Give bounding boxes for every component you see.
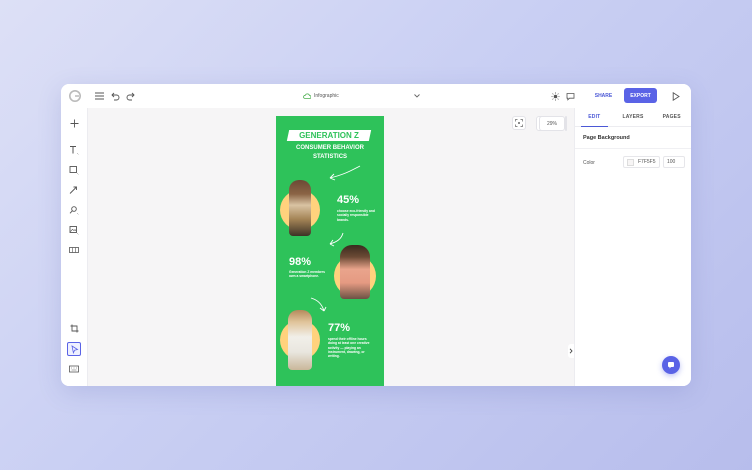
tab-pages[interactable]: PAGES bbox=[652, 108, 691, 126]
left-toolbar bbox=[61, 108, 88, 386]
sun-icon[interactable] bbox=[549, 90, 561, 102]
opacity-field[interactable]: 100 bbox=[663, 156, 685, 168]
grid-icon[interactable] bbox=[68, 244, 80, 256]
subtitle-line-1: CONSUMER BEHAVIOR bbox=[296, 145, 364, 151]
keyboard-icon[interactable] bbox=[68, 363, 80, 375]
stat-1-text: choose eco-friendly and socially respons… bbox=[337, 209, 375, 222]
stat-3-text: spend their offline hours doing at least… bbox=[328, 337, 370, 359]
stat-3-value: 77% bbox=[328, 322, 351, 334]
zoom-value: 29% bbox=[546, 120, 557, 127]
tab-layers[interactable]: LAYERS bbox=[614, 108, 653, 126]
color-value: F7F5F5 bbox=[638, 159, 656, 165]
shape-icon[interactable] bbox=[68, 164, 80, 176]
cloud-icon bbox=[303, 92, 311, 100]
menu-icon[interactable] bbox=[94, 90, 104, 102]
select-icon[interactable] bbox=[67, 342, 81, 356]
document-title-selector[interactable]: Infographic bbox=[303, 90, 339, 102]
stat-2-text: Generation Z members own a smartphone. bbox=[289, 270, 325, 279]
crop-icon[interactable] bbox=[68, 322, 80, 334]
stat-1-value: 45% bbox=[337, 194, 360, 206]
infographic-title: GENERATION Z bbox=[299, 131, 359, 140]
chat-icon bbox=[667, 361, 675, 369]
opacity-value: 100 bbox=[667, 159, 676, 165]
zoom-level[interactable]: 29% bbox=[539, 116, 565, 131]
color-label: Color bbox=[583, 160, 595, 166]
infographic-page[interactable]: GENERATION Z CONSUMER BEHAVIOR STATISTIC… bbox=[276, 116, 384, 386]
section-divider bbox=[575, 148, 691, 149]
person-photo-2 bbox=[340, 245, 370, 299]
undo-icon[interactable] bbox=[110, 90, 120, 102]
share-button[interactable]: SHARE bbox=[588, 89, 619, 103]
panel-tabs: EDIT LAYERS PAGES bbox=[575, 108, 691, 127]
text-icon[interactable] bbox=[68, 144, 80, 156]
image-icon[interactable] bbox=[68, 224, 80, 236]
person-photo-3 bbox=[288, 310, 312, 370]
properties-panel: EDIT LAYERS PAGES Page Background Color … bbox=[574, 108, 691, 386]
app-logo-icon[interactable] bbox=[68, 89, 81, 102]
chevron-down-icon[interactable] bbox=[413, 91, 421, 101]
document-title: Infographic bbox=[314, 93, 339, 99]
subtitle-line-2: STATISTICS bbox=[312, 154, 348, 160]
add-icon[interactable] bbox=[68, 117, 80, 129]
curly-arrow-3 bbox=[310, 297, 327, 312]
play-icon[interactable] bbox=[670, 90, 682, 102]
curly-arrow-1 bbox=[329, 165, 361, 181]
chat-button[interactable] bbox=[662, 356, 680, 374]
comment-icon[interactable] bbox=[564, 90, 576, 102]
search-image-icon[interactable] bbox=[68, 204, 80, 216]
top-toolbar: Infographic SHARE EXPORT bbox=[61, 84, 691, 109]
tab-edit[interactable]: EDIT bbox=[575, 108, 614, 127]
app-window: Infographic SHARE EXPORT GENERATION Z CO… bbox=[61, 84, 691, 386]
arrow-icon[interactable] bbox=[68, 184, 80, 196]
export-button[interactable]: EXPORT bbox=[624, 88, 657, 103]
person-photo-1 bbox=[289, 180, 311, 236]
stat-2-value: 98% bbox=[289, 256, 312, 268]
section-title: Page Background bbox=[583, 135, 630, 141]
color-field[interactable]: F7F5F5 bbox=[623, 156, 660, 168]
redo-icon[interactable] bbox=[125, 90, 135, 102]
color-swatch[interactable] bbox=[627, 158, 634, 166]
curly-arrow-2 bbox=[329, 232, 344, 247]
canvas-area[interactable]: GENERATION Z CONSUMER BEHAVIOR STATISTIC… bbox=[88, 108, 574, 386]
focus-icon[interactable] bbox=[512, 116, 526, 130]
infographic-subtitle: CONSUMER BEHAVIOR STATISTICS bbox=[284, 144, 376, 162]
